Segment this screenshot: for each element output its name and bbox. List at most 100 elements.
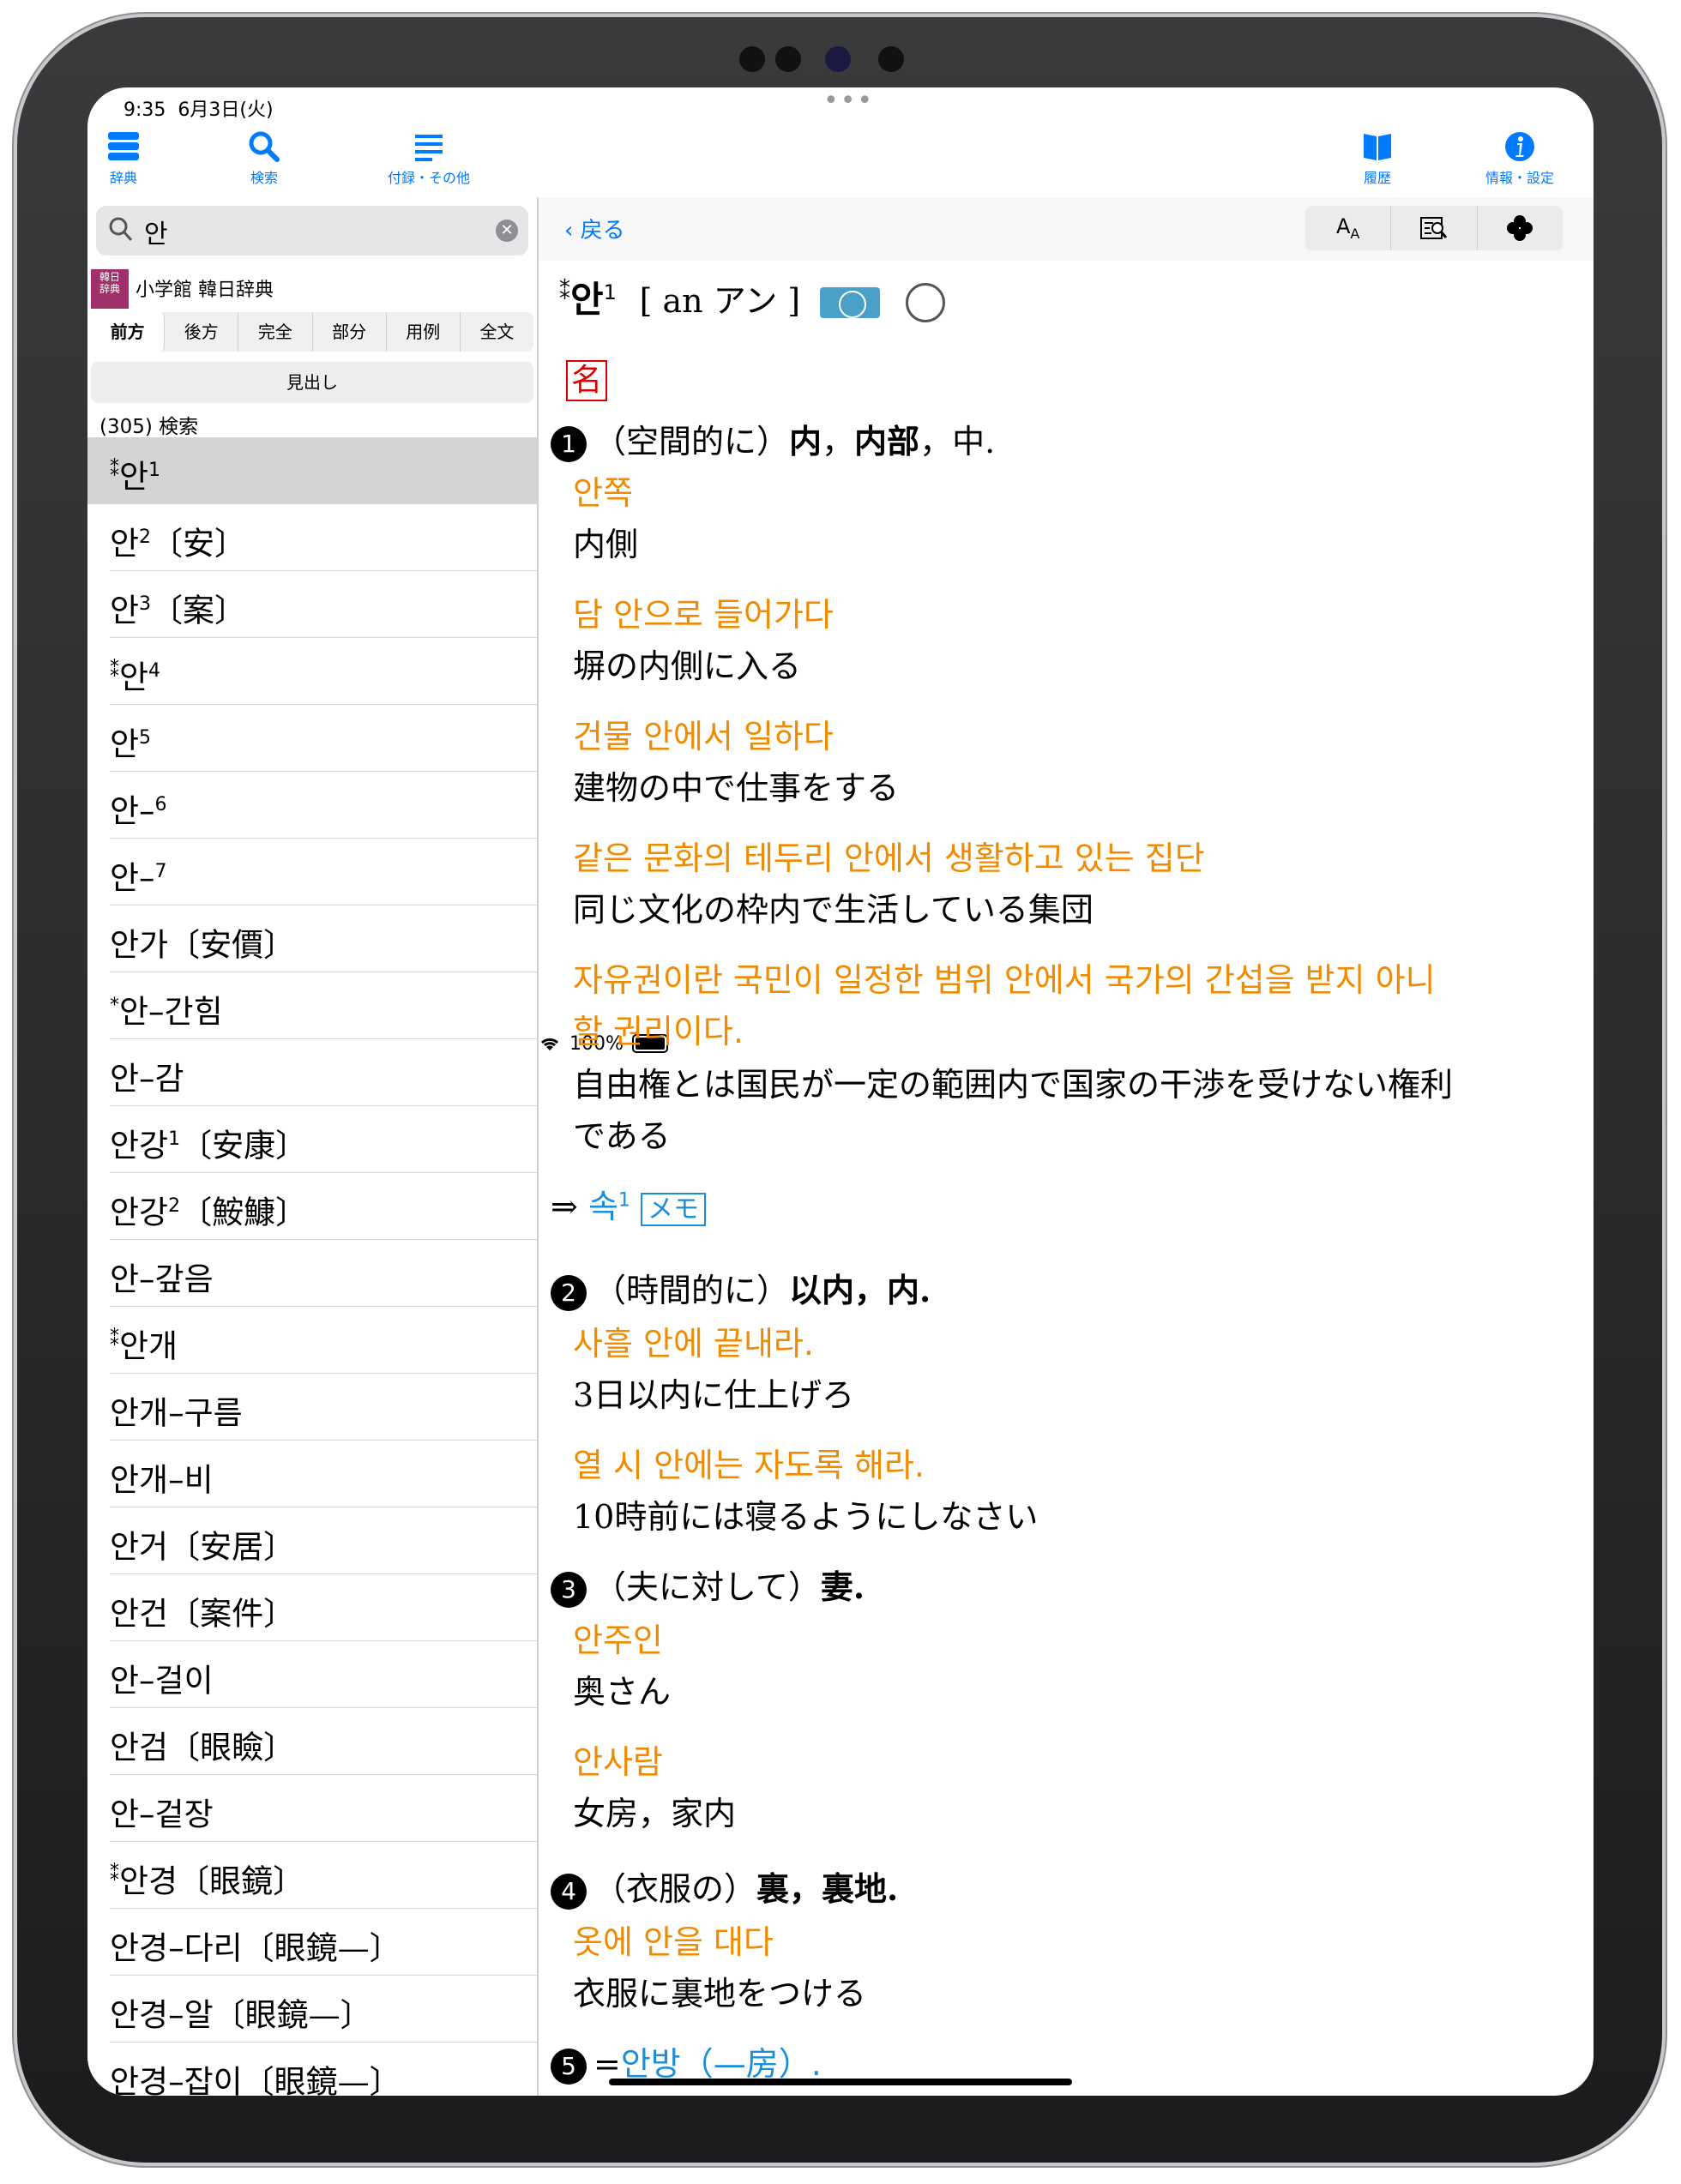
result-item[interactable]: 안가〔安價〕 xyxy=(110,905,537,972)
sense-text: ， xyxy=(822,423,855,460)
result-item[interactable]: 안경–알〔眼鏡—〕 xyxy=(110,1976,537,2043)
result-word: 안– xyxy=(110,859,155,897)
result-item[interactable]: 안강2〔鮟鱇〕 xyxy=(110,1173,537,1240)
example-korean: 사흘 안에 끝내라. xyxy=(573,1325,814,1363)
example-korean: 건물 안에서 일하다 xyxy=(573,718,834,755)
dictionary-row[interactable]: 韓日 辞典 小学館 韓日辞典 xyxy=(87,264,537,312)
book-reference-icon[interactable] xyxy=(905,282,945,322)
result-item[interactable]: 안–감 xyxy=(110,1039,537,1106)
stack-icon xyxy=(108,132,139,160)
result-mark: ⁑ xyxy=(110,1864,119,1886)
result-item[interactable]: 안2〔安〕 xyxy=(110,504,537,571)
dictionary-name: 小学館 韓日辞典 xyxy=(136,280,274,301)
play-audio-icon[interactable] xyxy=(820,286,881,318)
example-japanese: 内側 xyxy=(573,526,639,563)
mode-prefix[interactable]: 前方 xyxy=(91,312,166,352)
result-item[interactable]: 안–7 xyxy=(110,839,537,905)
result-mark: ⁑ xyxy=(110,1329,119,1351)
result-item[interactable]: 안거〔安居〕 xyxy=(110,1507,537,1574)
result-word: 안개–구름 xyxy=(110,1394,243,1432)
arrow-icon: ⇒ xyxy=(551,1188,578,1225)
result-item[interactable]: ⁑안4 xyxy=(110,638,537,705)
result-item[interactable]: 안–겉장 xyxy=(110,1775,537,1842)
search-button[interactable]: 検索 xyxy=(247,130,281,187)
result-word: 안가 xyxy=(110,926,169,964)
result-word: 안경–알 xyxy=(110,1996,214,2034)
back-label: 戻る xyxy=(580,218,625,244)
example-japanese: 塀の内側に入る xyxy=(573,647,802,685)
mode-exact[interactable]: 完全 xyxy=(238,312,313,352)
sense-number: 1 xyxy=(551,425,587,462)
result-item[interactable]: 안3〔案〕 xyxy=(110,571,537,638)
camera-icon xyxy=(825,46,851,72)
font-size-button[interactable]: AA xyxy=(1305,206,1392,250)
find-in-page-icon xyxy=(1419,217,1448,239)
example-japanese: 3日以内に仕上げろ xyxy=(573,1376,855,1414)
memo-button[interactable]: メモ xyxy=(641,1193,706,1226)
history-button[interactable]: 履歴 xyxy=(1360,130,1395,187)
result-sup: 6 xyxy=(154,794,167,815)
reference-link[interactable]: 속 xyxy=(588,1188,618,1225)
example-japanese: 女房，家内 xyxy=(573,1795,737,1832)
result-item[interactable]: 안건〔案件〕 xyxy=(110,1574,537,1641)
sense-number: 5 xyxy=(551,2048,587,2085)
mode-fulltext[interactable]: 全文 xyxy=(461,312,533,352)
reference-link[interactable]: 안방（—房）. xyxy=(621,2045,822,2083)
result-item[interactable]: ⁑안1 xyxy=(87,437,537,504)
result-item[interactable]: *안–간힘 xyxy=(110,972,537,1039)
example-japanese: 自由権とは国民が一定の範囲内で国家の干渉を受けない権利 xyxy=(573,1066,1454,1104)
sense-4: 4 （衣服の）裏，裏地. xyxy=(551,1862,898,1910)
more-options-button[interactable] xyxy=(1478,206,1563,250)
dictionary-button[interactable]: 辞典 xyxy=(106,130,141,187)
result-sup: 7 xyxy=(154,861,167,882)
sensor-dot xyxy=(878,46,904,72)
sensor-dot xyxy=(739,46,765,72)
search-field[interactable]: 안 ✕ xyxy=(96,206,528,256)
sense-number: 3 xyxy=(551,1571,587,1608)
result-mark: ⁑ xyxy=(110,460,119,481)
result-word: 안 xyxy=(110,725,140,763)
appendix-button[interactable]: 付録・その他 xyxy=(388,130,470,187)
sense-text: 裏，裏地. xyxy=(756,1869,899,1908)
result-item[interactable]: 안5 xyxy=(110,705,537,772)
back-button[interactable]: ‹ 戻る xyxy=(564,213,625,244)
sense-text: （衣服の） xyxy=(593,1870,757,1908)
result-kanji: 〔安康〕 xyxy=(180,1127,308,1164)
mode-suffix[interactable]: 後方 xyxy=(165,312,239,352)
result-item[interactable]: 안개–비 xyxy=(110,1441,537,1507)
result-item[interactable]: 안–6 xyxy=(110,772,537,839)
headword-sup: 1 xyxy=(603,280,617,304)
mode-example[interactable]: 用例 xyxy=(387,312,461,352)
result-item[interactable]: 안검〔眼瞼〕 xyxy=(110,1708,537,1775)
find-in-page-button[interactable] xyxy=(1391,206,1478,250)
result-word: 안–겉장 xyxy=(110,1796,214,1833)
example-japanese: 奥さん xyxy=(573,1673,672,1711)
book-icon xyxy=(1364,134,1391,160)
result-mark: ⁑ xyxy=(110,660,119,682)
reference-sup: 1 xyxy=(618,1189,630,1212)
result-kanji: 〔眼瞼〕 xyxy=(168,1729,296,1766)
search-input[interactable]: 안 xyxy=(144,213,168,250)
dictionary-logo: 韓日 辞典 xyxy=(91,269,129,309)
result-word: 안–간힘 xyxy=(119,993,223,1031)
example-korean: 같은 문화의 테두리 안에서 생활하고 있는 집단 xyxy=(573,839,1205,877)
result-item[interactable]: 안–걸이 xyxy=(110,1641,537,1708)
home-indicator[interactable] xyxy=(609,2079,1072,2085)
result-mark: * xyxy=(110,995,119,1016)
sense-2: 2 （時間的に）以内，内. xyxy=(551,1264,931,1311)
info-settings-button[interactable]: 情報・設定 xyxy=(1485,130,1554,187)
mode-partial[interactable]: 部分 xyxy=(313,312,387,352)
result-item[interactable]: ⁑안개 xyxy=(110,1307,537,1374)
clear-search-icon[interactable]: ✕ xyxy=(496,220,518,242)
example-korean: 옷에 안을 대다 xyxy=(573,1923,774,1961)
sense-text: 内 xyxy=(789,422,822,460)
result-item[interactable]: ⁑안경〔眼鏡〕 xyxy=(110,1842,537,1909)
result-item[interactable]: 안–갚음 xyxy=(110,1240,537,1307)
result-item[interactable]: 안강1〔安康〕 xyxy=(110,1106,537,1173)
result-item[interactable]: 안경–다리〔眼鏡—〕 xyxy=(110,1909,537,1976)
headword-target-button[interactable]: 見出し xyxy=(91,362,533,403)
result-item[interactable]: 안경–잡이〔眼鏡—〕 xyxy=(110,2043,537,2096)
top-toolbar: 辞典 検索 付録・その他 履歴 情報・設定 xyxy=(87,130,1594,197)
result-item[interactable]: 안개–구름 xyxy=(110,1374,537,1441)
result-sup: 2 xyxy=(139,526,152,548)
